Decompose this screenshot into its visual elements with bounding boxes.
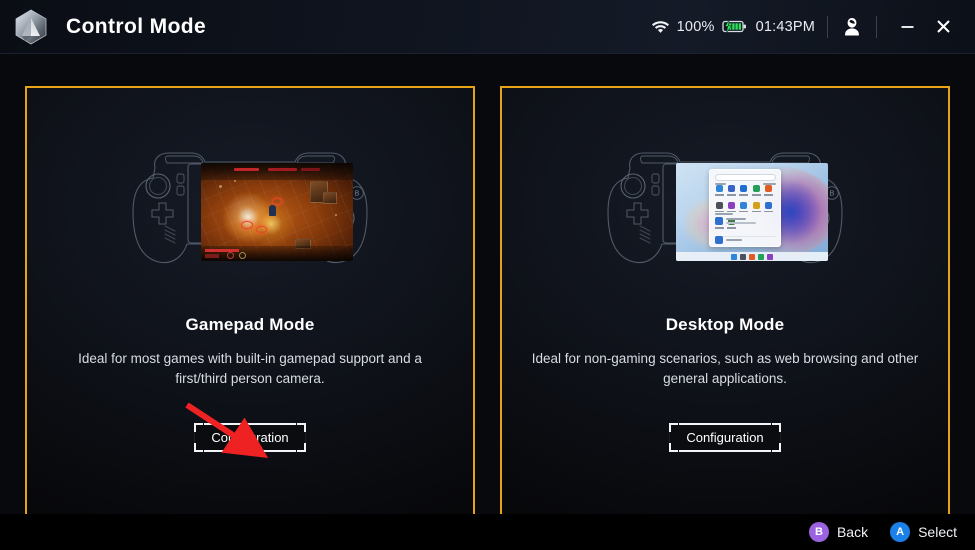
focus-edge [679,450,771,452]
focus-corner [772,423,781,432]
focus-edge [204,450,296,452]
desktop-screenshot [676,163,828,261]
mode-card-desktop[interactable]: YX BA [500,86,950,516]
minimize-button[interactable] [889,9,925,45]
hint-back[interactable]: B Back [808,522,869,542]
svg-text:B: B [355,191,360,198]
wifi-icon [651,19,670,34]
button-a-icon: A [890,522,911,542]
divider [827,15,828,38]
game-screenshot [201,163,353,261]
user-avatar-icon[interactable] [840,15,864,39]
configuration-button-label: Configuration [686,430,764,445]
control-mode-window: Control Mode 100% 01:43PM B Gamepad Mode… [0,0,975,550]
clock-label: 01:43PM [755,18,815,35]
title-bar: Control Mode 100% 01:43PM [0,0,975,54]
focus-edge [204,423,296,425]
hint-back-label: Back [836,524,869,540]
battery-charging-icon [721,19,747,34]
focus-corner [669,443,678,452]
configuration-button-desktop[interactable]: Configuration [669,423,781,452]
svg-text:B: B [830,191,835,198]
divider [876,15,877,38]
status-group: 100% 01:43PM [651,19,815,35]
taskbar-mock [676,252,828,261]
title-bar-right: 100% 01:43PM [651,9,975,45]
handheld-desktop-preview: YX BA [570,140,880,285]
button-b-icon: B [808,522,829,542]
hint-select[interactable]: A Select [890,522,957,542]
card-title: Desktop Mode [665,315,785,334]
hexagon-logo-icon [14,9,48,45]
title-bar-left: Control Mode [0,9,206,45]
focus-corner [772,443,781,452]
card-description: Ideal for non-gaming scenarios, such as … [531,351,919,386]
configuration-button-gamepad[interactable]: Configuration [194,423,306,452]
focus-corner [194,443,203,452]
start-menu-mock [709,168,781,248]
focus-edge [679,423,771,425]
footer-hint-bar: B Back A Select [0,514,975,550]
card-description: Ideal for most games with built-in gamep… [78,351,422,386]
mode-card-list: YX BA [0,54,975,516]
card-title: Gamepad Mode [185,315,315,334]
focus-corner [194,423,203,432]
battery-percent-label: 100% [676,18,715,35]
mode-card-gamepad[interactable]: YX BA [25,86,475,516]
start-search-field-mock [714,173,776,181]
hint-select-label: Select [918,524,957,540]
handheld-game-preview: YX BA [95,140,405,285]
focus-corner [297,443,306,452]
page-title: Control Mode [66,14,207,38]
focus-corner [297,423,306,432]
focus-corner [669,423,678,432]
configuration-button-label: Configuration [211,430,289,445]
close-button[interactable] [925,9,961,45]
